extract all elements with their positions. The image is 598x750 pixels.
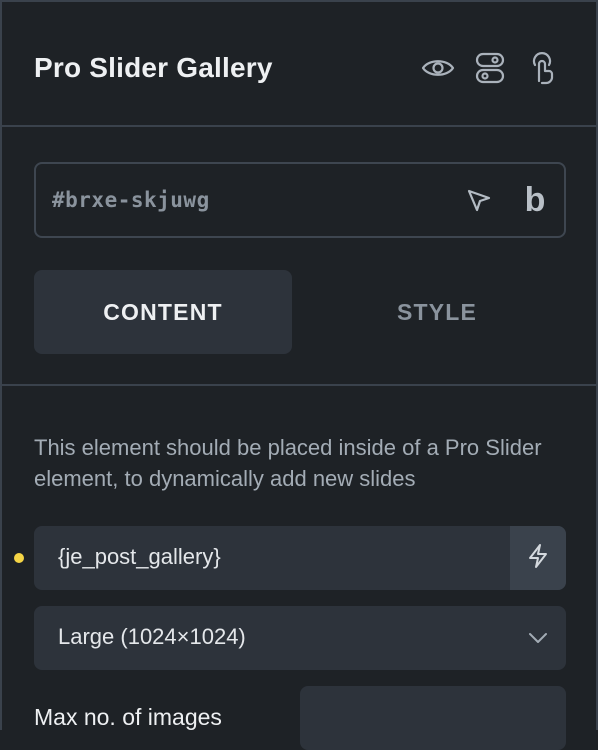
image-size-value: Large (1024×1024) [58, 624, 246, 649]
changed-indicator-dot [14, 553, 24, 563]
toggle-icon[interactable] [472, 50, 508, 86]
tab-style[interactable]: STYLE [308, 270, 566, 354]
info-description: This element should be placed inside of … [34, 435, 542, 491]
dynamic-data-button[interactable] [510, 526, 566, 590]
cursor-icon[interactable] [464, 186, 494, 216]
gallery-input[interactable]: {je_post_gallery} [34, 526, 566, 590]
image-size-select[interactable]: Large (1024×1024) [34, 606, 566, 670]
gallery-value[interactable]: {je_post_gallery} [58, 544, 221, 570]
element-panel: Pro Slider Gallery #brxe-skjuwg b CONTEN… [0, 0, 598, 750]
max-images-input[interactable] [300, 686, 566, 750]
tab-content[interactable]: CONTENT [34, 270, 292, 354]
eye-icon[interactable] [420, 50, 456, 86]
panel-title: Pro Slider Gallery [34, 52, 273, 83]
max-images-label: Max no. of images [34, 704, 222, 730]
section-divider [2, 384, 596, 386]
lightning-icon [527, 543, 549, 574]
bricks-b-icon[interactable]: b [520, 178, 550, 222]
panel-header: Pro Slider Gallery [2, 2, 596, 127]
element-id-value[interactable]: #brxe-skjuwg [52, 188, 210, 212]
element-id-field[interactable]: #brxe-skjuwg b [34, 162, 566, 238]
touch-icon[interactable] [524, 50, 560, 86]
chevron-down-icon [526, 626, 550, 650]
